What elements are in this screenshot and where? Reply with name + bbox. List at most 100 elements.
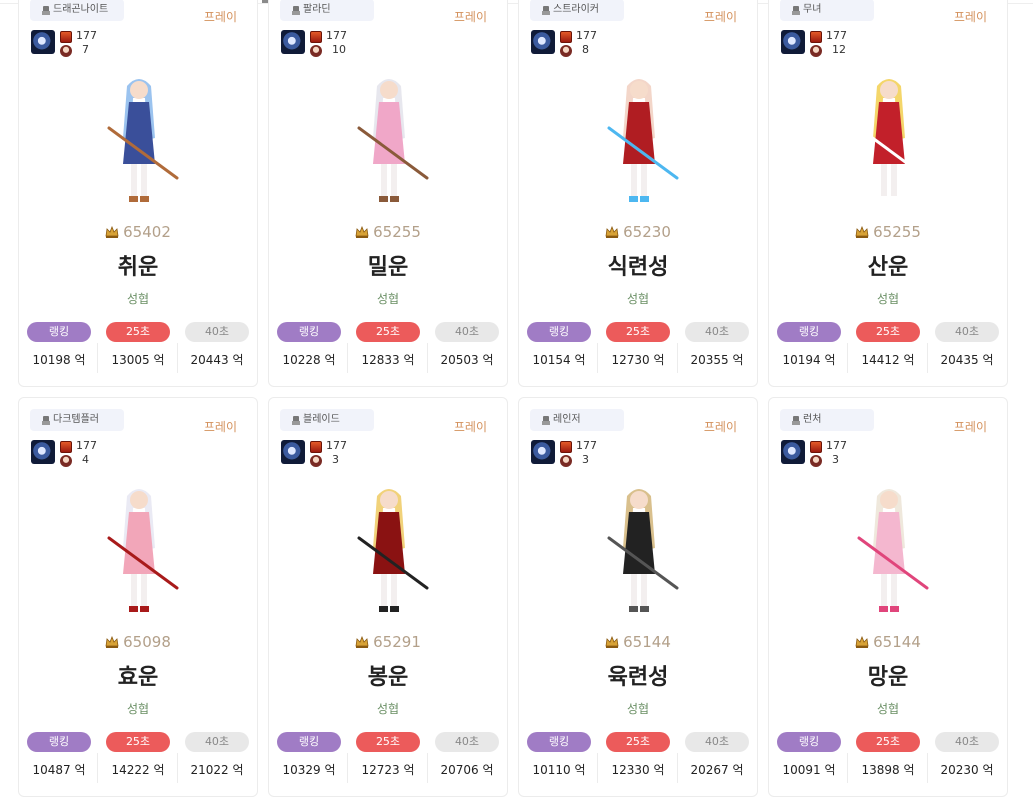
avatar-icon	[781, 440, 805, 464]
stat-icons: 177 12	[781, 29, 861, 60]
value-divider	[677, 343, 678, 373]
character-name[interactable]: 취운	[19, 249, 257, 281]
rank-pill[interactable]: 랭킹	[777, 732, 841, 752]
guild-name[interactable]: 성협	[269, 290, 507, 307]
guild-name[interactable]: 성협	[519, 290, 757, 307]
damage-40s-value: 20267 억	[690, 763, 744, 777]
damage-25s-value: 12723 억	[361, 763, 415, 777]
rank-pill[interactable]: 랭킹	[277, 732, 341, 752]
character-card[interactable]: 다크템플러 프레이 177 4 65098 효운 성협 랭킹 25초 40초 1…	[18, 397, 258, 797]
level-icon	[810, 441, 822, 453]
damage-25s-pill[interactable]: 25초	[856, 732, 920, 752]
character-card[interactable]: 스트라이커 프레이 177 8 65230 식련성 성협 랭킹 25초 40초 …	[518, 0, 758, 387]
damage-40s-pill[interactable]: 40초	[185, 322, 249, 342]
fame-score: 65402	[19, 223, 257, 241]
guild-name[interactable]: 성협	[769, 290, 1007, 307]
buff-value: 12	[832, 43, 846, 56]
class-name: 팔라딘	[303, 4, 331, 15]
class-tag: 드래곤나이트	[30, 0, 124, 21]
rank-pill[interactable]: 랭킹	[277, 322, 341, 342]
buff-value: 4	[82, 453, 89, 466]
level-icon	[310, 31, 322, 43]
score-value: 65255	[873, 223, 921, 241]
server-label: 프레이	[453, 10, 487, 24]
character-card[interactable]: 무녀 프레이 177 12 65255 산운 성협 랭킹 25초 40초 101…	[768, 0, 1008, 387]
damage-25s-value: 12730 억	[611, 353, 665, 367]
damage-40s-pill[interactable]: 40초	[685, 732, 749, 752]
job-icon	[292, 415, 300, 425]
damage-25s-pill[interactable]: 25초	[606, 732, 670, 752]
class-tag: 런처	[780, 409, 874, 431]
character-name[interactable]: 망운	[769, 659, 1007, 691]
guild-name[interactable]: 성협	[19, 290, 257, 307]
character-name[interactable]: 효운	[19, 659, 257, 691]
buff-value: 3	[832, 453, 839, 466]
rank-pill[interactable]: 랭킹	[527, 322, 591, 342]
damage-40s-value: 20503 억	[440, 353, 494, 367]
rank-pill[interactable]: 랭킹	[27, 732, 91, 752]
avatar-icon	[281, 30, 305, 54]
damage-40s-pill[interactable]: 40초	[435, 732, 499, 752]
value-divider	[927, 343, 928, 373]
damage-40s-pill[interactable]: 40초	[935, 322, 999, 342]
damage-40s-pill[interactable]: 40초	[185, 732, 249, 752]
buff-icon	[60, 455, 72, 467]
stat-icons: 177 3	[281, 439, 361, 470]
class-name: 다크템플러	[53, 414, 99, 425]
damage-25s-pill[interactable]: 25초	[856, 322, 920, 342]
guild-name[interactable]: 성협	[19, 700, 257, 717]
damage-40s-pill[interactable]: 40초	[685, 322, 749, 342]
character-card[interactable]: 팔라딘 프레이 177 10 65255 밀운 성협 랭킹 25초 40초 10…	[268, 0, 508, 387]
guild-name[interactable]: 성협	[269, 700, 507, 717]
character-card[interactable]: 런처 프레이 177 3 65144 망운 성협 랭킹 25초 40초 1009…	[768, 397, 1008, 797]
damage-40s-pill[interactable]: 40초	[935, 732, 999, 752]
crown-icon	[355, 226, 369, 238]
score-value: 65255	[373, 223, 421, 241]
rank-pill[interactable]: 랭킹	[527, 732, 591, 752]
damage-25s-pill[interactable]: 25초	[106, 732, 170, 752]
character-sprite	[107, 489, 179, 612]
level-value: 177	[76, 29, 97, 42]
level-value: 177	[76, 439, 97, 452]
damage-25s-pill[interactable]: 25초	[356, 322, 420, 342]
buff-icon	[310, 45, 322, 57]
character-card[interactable]: 블레이드 프레이 177 3 65291 봉운 성협 랭킹 25초 40초 10…	[268, 397, 508, 797]
rank-value: 10487 억	[32, 763, 86, 777]
damage-25s-pill[interactable]: 25초	[356, 732, 420, 752]
character-name[interactable]: 육련성	[519, 659, 757, 691]
rank-pill[interactable]: 랭킹	[27, 322, 91, 342]
rank-value: 10194 억	[782, 353, 836, 367]
server-label: 프레이	[203, 420, 237, 434]
damage-25s-value: 12330 억	[611, 763, 665, 777]
character-card[interactable]: 레인저 프레이 177 3 65144 육련성 성협 랭킹 25초 40초 10…	[518, 397, 758, 797]
fame-score: 65230	[519, 223, 757, 241]
level-icon	[560, 441, 572, 453]
stat-icons: 177 8	[531, 29, 611, 60]
level-icon	[60, 441, 72, 453]
value-divider	[177, 343, 178, 373]
stat-icons: 177 7	[31, 29, 111, 60]
score-value: 65144	[623, 633, 671, 651]
level-icon	[60, 31, 72, 43]
rank-value: 10110 억	[532, 763, 586, 777]
job-icon	[42, 5, 50, 15]
guild-name[interactable]: 성협	[769, 700, 1007, 717]
score-value: 65144	[873, 633, 921, 651]
damage-40s-pill[interactable]: 40초	[435, 322, 499, 342]
rank-value: 10228 억	[282, 353, 336, 367]
avatar-icon	[781, 30, 805, 54]
character-card[interactable]: 드래곤나이트 프레이 177 7 65402 취운 성협 랭킹 25초 40초 …	[18, 0, 258, 387]
class-tag: 다크템플러	[30, 409, 124, 431]
character-name[interactable]: 봉운	[269, 659, 507, 691]
score-value: 65291	[373, 633, 421, 651]
character-name[interactable]: 식련성	[519, 249, 757, 281]
damage-25s-pill[interactable]: 25초	[606, 322, 670, 342]
server-label: 프레이	[703, 420, 737, 434]
damage-25s-pill[interactable]: 25초	[106, 322, 170, 342]
avatar-icon	[531, 30, 555, 54]
level-value: 177	[826, 439, 847, 452]
character-name[interactable]: 산운	[769, 249, 1007, 281]
rank-pill[interactable]: 랭킹	[777, 322, 841, 342]
guild-name[interactable]: 성협	[519, 700, 757, 717]
character-name[interactable]: 밀운	[269, 249, 507, 281]
